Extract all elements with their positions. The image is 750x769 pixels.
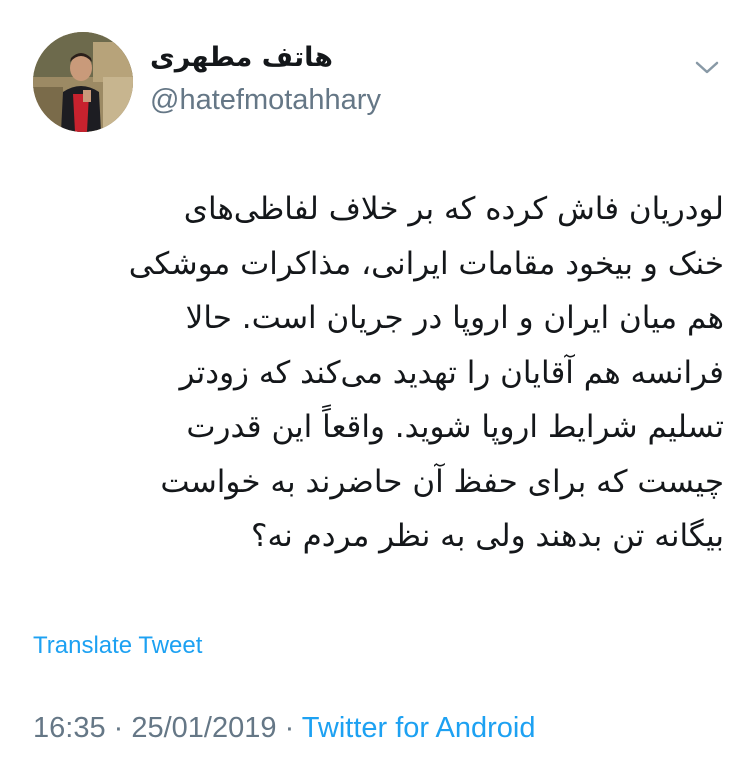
tweet-text-line: خنک و بیخود مقامات ایرانی، مذاکرات موشکی	[128, 245, 724, 282]
tweet-time: 16:35	[33, 712, 106, 744]
tweet-meta: 16:35 · 25/01/2019 · Twitter for Android	[33, 711, 535, 745]
tweet-card: هاتف مطهری @hatefmotahhary لودریان فاش ک…	[0, 0, 750, 769]
author-handle[interactable]: @hatefmotahhary	[150, 84, 381, 116]
tweet-text: لودریان فاش کرده که بر خلاف لفاظی‌های خن…	[28, 182, 724, 564]
tweet-source-link[interactable]: Twitter for Android	[302, 712, 536, 744]
tweet-text-line: بیگانه تن بدهند ولی به نظر مردم نه؟	[251, 518, 724, 554]
translate-tweet-link[interactable]: Translate Tweet	[33, 630, 202, 662]
tweet-text-line: فرانسه هم آقایان را تهدید می‌کند که زودت…	[179, 354, 724, 391]
tweet-text-line: تسلیم شرایط اروپا شوید. واقعاً این قدرت	[186, 409, 724, 445]
tweet-date: 25/01/2019	[131, 712, 277, 744]
author-name[interactable]: هاتف مطهری	[150, 42, 333, 74]
avatar[interactable]	[33, 32, 133, 132]
tweet-text-line: چیست که برای حفظ آن حاضرند به خواست	[160, 463, 724, 500]
avatar-photo	[33, 32, 133, 132]
chevron-down-icon[interactable]	[691, 56, 723, 78]
meta-separator: ·	[105, 712, 132, 744]
tweet-text-line: لودریان فاش کرده که بر خلاف لفاظی‌های	[183, 191, 724, 227]
meta-separator: ·	[276, 712, 302, 744]
tweet-text-line: هم میان ایران و اروپا در جریان است. حالا	[185, 300, 724, 336]
